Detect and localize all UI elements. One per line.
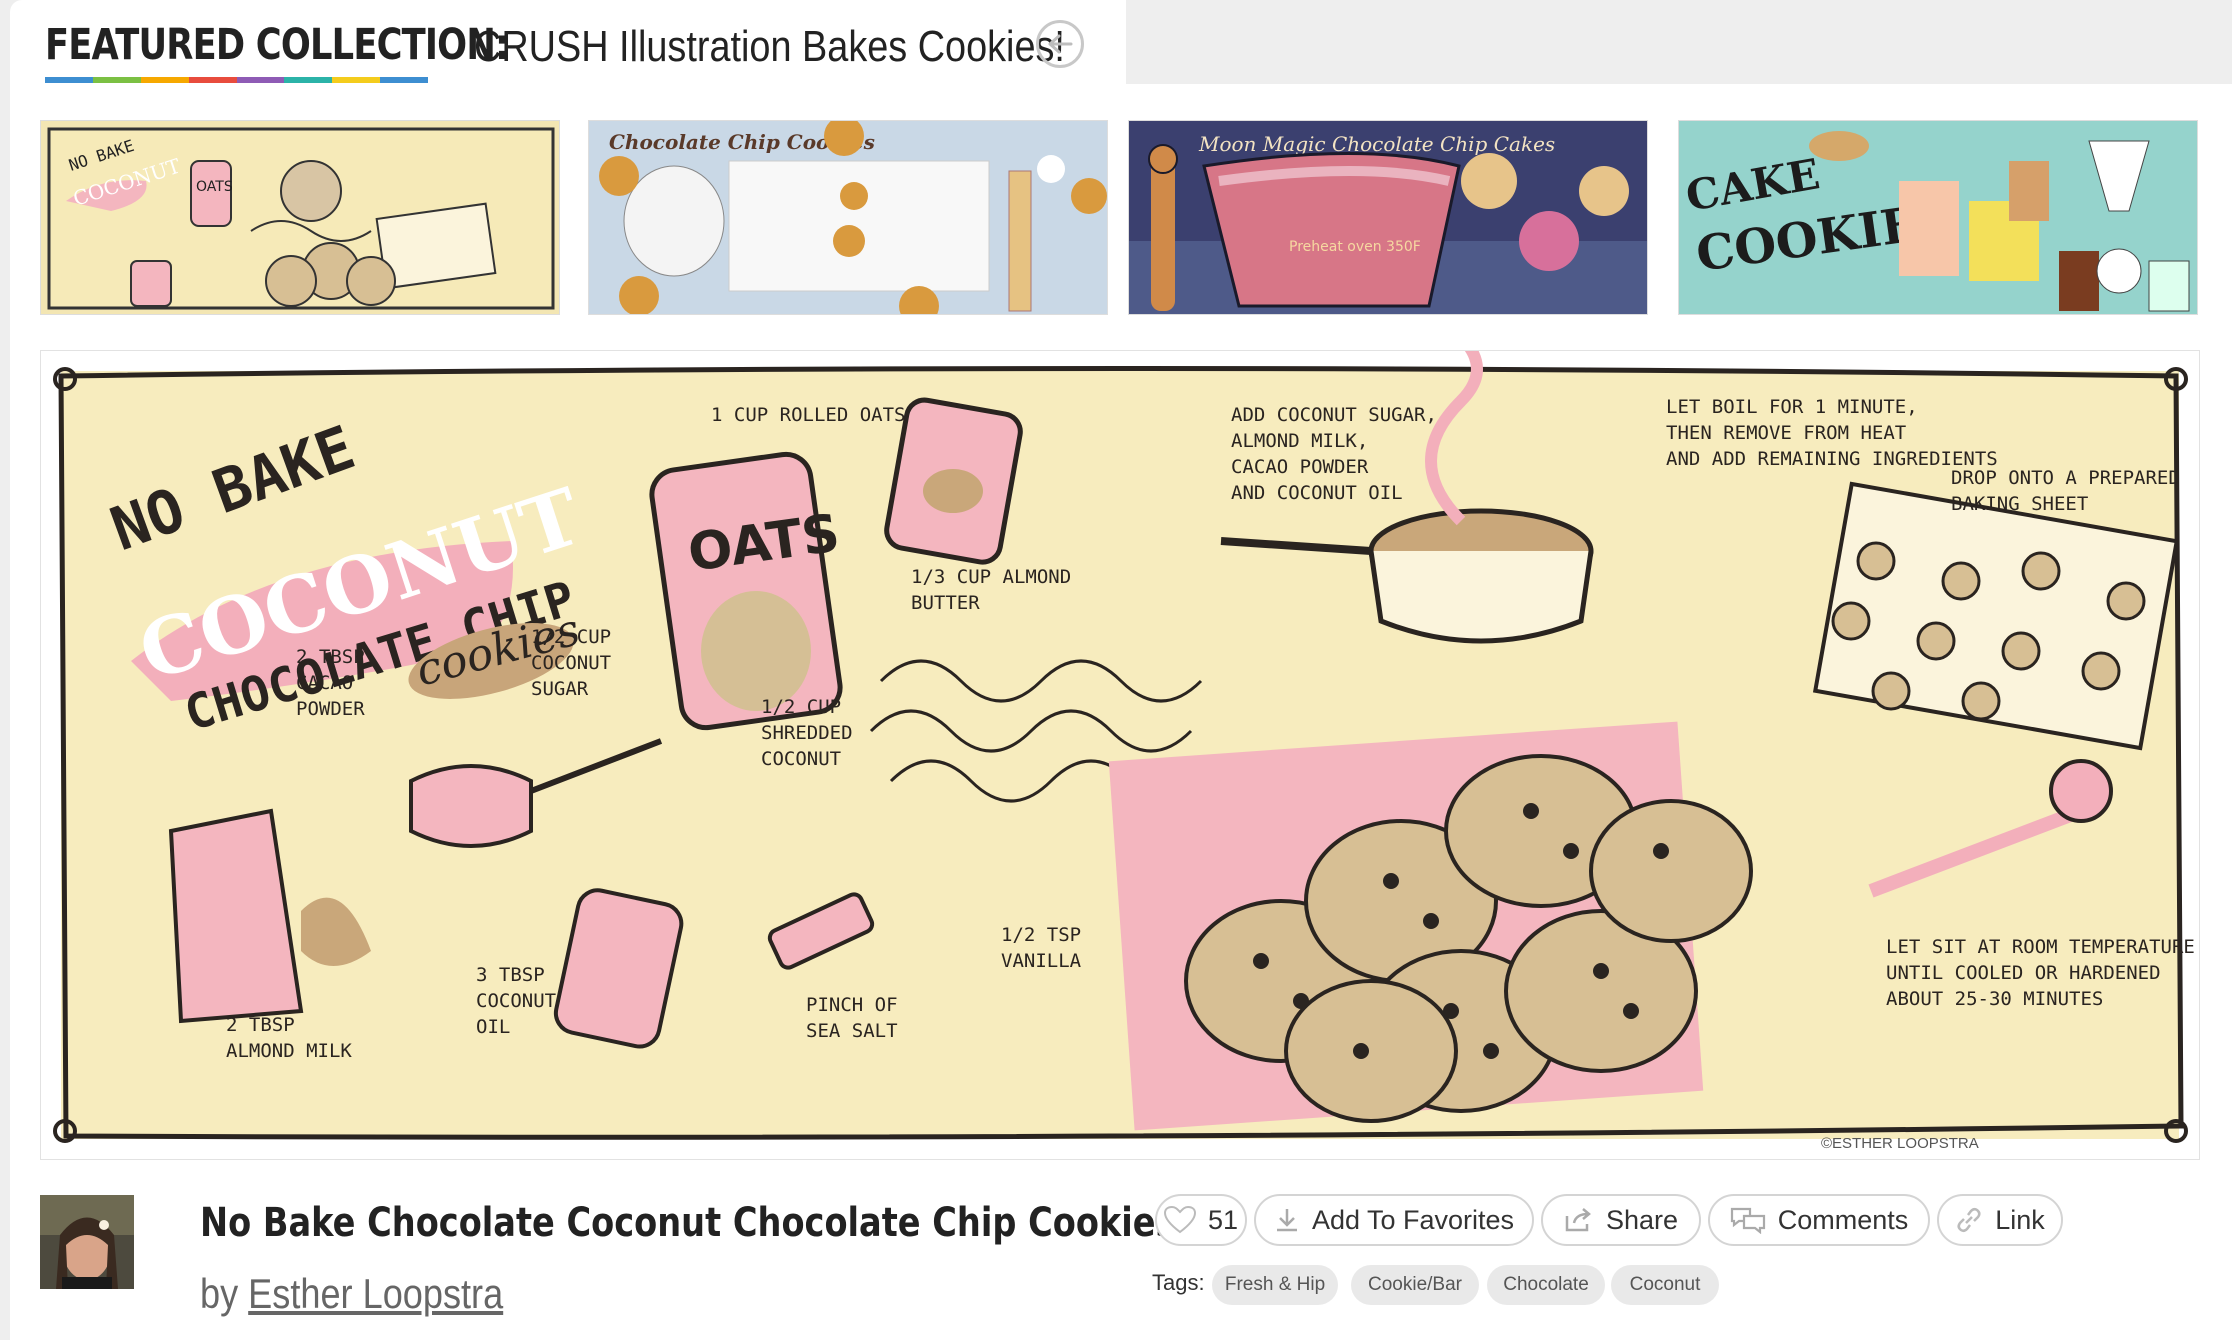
thumbnail-art: NO BAKE COCONUT OATS [47,127,555,310]
label-sugar-3: SUGAR [531,678,589,700]
label-coconut-oil-1: 3 TBSP [476,964,545,986]
rainbow-underline [45,77,428,83]
label-coconut-oil-2: COCONUT [476,990,556,1012]
tags-label: Tags: [1152,1270,1205,1295]
share-icon [1565,1208,1591,1232]
thumbnail-cake-cookies[interactable]: CAKE COOKIES [1678,120,2198,315]
add-step-1: ADD COCONUT SUGAR, [1231,404,1437,426]
heart-icon [1163,1206,1196,1234]
thumbnail-art: Moon Magic Chocolate Chip Cakes Preheat … [1129,121,1647,314]
author-link[interactable]: Esther Loopstra [248,1270,503,1317]
boil-step-1: LET BOIL FOR 1 MINUTE, [1666,396,1918,418]
label-sea-salt-1: PINCH OF [806,994,898,1016]
label-shredded-1: 1/2 CUP [761,696,841,718]
sit-step-1: LET SIT AT ROOM TEMPERATURE [1886,936,2195,958]
tab-background [1126,0,2232,84]
label-vanilla-2: VANILLA [1001,950,1082,972]
drop-step-1: DROP ONTO A PREPARED [1951,467,2180,489]
label-cacao-3: POWDER [296,698,365,720]
share-button[interactable]: Share [1541,1194,1701,1246]
thumbnail-art: Chocolate Chip Cookies [589,121,1107,314]
drop-step-2: BAKING SHEET [1951,493,2088,515]
comments-label: Comments [1777,1204,1909,1235]
link-button[interactable]: Link [1937,1194,2063,1246]
label-almond-butter-1: 1/3 CUP ALMOND [911,566,1071,588]
link-label: Link [1995,1204,2045,1235]
svg-text:OATS: OATS [196,179,233,195]
label-almond-milk-2: ALMOND MILK [226,1040,352,1062]
thumbnail-moon-magic-cakes[interactable]: Moon Magic Chocolate Chip Cakes Preheat … [1128,120,1648,315]
favorites-label: Add To Favorites [1311,1204,1515,1235]
boil-step-2: THEN REMOVE FROM HEAT [1666,422,1906,444]
label-almond-milk-1: 2 TBSP [226,1014,295,1036]
main-artwork[interactable]: NO BAKE COCONUT CHOCOLATE CHIP cookies O… [40,316,2200,1160]
comments-button[interactable]: Comments [1708,1194,1930,1246]
download-icon [1276,1209,1297,1232]
artist-credit: ©ESTHER LOOPSTRA [1821,1135,1979,1152]
add-to-favorites-button[interactable]: Add To Favorites [1254,1194,1534,1246]
label-cacao-1: 2 TBSP [296,646,365,668]
add-step-4: AND COCONUT OIL [1231,482,1403,504]
label-coconut-oil-3: OIL [476,1016,510,1038]
like-button[interactable]: 51 [1155,1194,1247,1246]
piece-title: No Bake Chocolate Coconut Chocolate Chip… [200,1200,1176,1246]
label-sugar-1: 1/2 CUP [531,626,611,648]
add-step-3: CACAO POWDER [1231,456,1369,478]
author-avatar[interactable] [40,1195,134,1289]
label-almond-butter-2: BUTTER [911,592,980,614]
label-cacao-2: CACAO [296,672,353,694]
svg-text:Moon Magic Chocolate Chip Cake: Moon Magic Chocolate Chip Cakes [1198,132,1555,156]
sit-step-3: ABOUT 25-30 MINUTES [1886,988,2103,1010]
label-sea-salt-2: SEA SALT [806,1020,898,1042]
label-vanilla-1: 1/2 TSP [1001,924,1081,946]
author-byline: by Esther Loopstra [200,1270,503,1318]
like-count: 51 [1207,1204,1239,1235]
label-shredded-3: COCONUT [761,748,841,770]
tag-fresh-hip[interactable]: Fresh & Hip [1212,1265,1338,1305]
thumbnail-no-bake-cookies[interactable]: NO BAKE COCONUT OATS [40,120,560,315]
tag-coconut[interactable]: Coconut [1611,1265,1719,1305]
panel-corner [1126,84,2232,104]
back-button[interactable] [1036,20,1084,68]
arrow-left-circle-icon [1048,34,1073,54]
add-step-2: ALMOND MILK, [1231,430,1368,452]
boil-step-3: AND ADD REMAINING INGREDIENTS [1666,448,1998,470]
share-label: Share [1605,1204,1679,1235]
by-label: by [200,1270,249,1317]
label-rolled-oats: 1 CUP ROLLED OATS [711,404,905,426]
sit-step-2: UNTIL COOLED OR HARDENED [1886,962,2161,984]
comment-bubbles-icon [1730,1207,1765,1234]
label-sugar-2: COCONUT [531,652,611,674]
featured-collection-label: FEATURED COLLECTION: [45,20,509,70]
thumbnail-art: CAKE COOKIES [1679,121,2197,314]
avatar-image [40,1195,134,1289]
thumbnail-chocolate-chip-cookies[interactable]: Chocolate Chip Cookies [588,120,1108,315]
recipe-illustration: NO BAKE COCONUT CHOCOLATE CHIP cookies O… [53,316,2195,1152]
tag-chocolate[interactable]: Chocolate [1487,1265,1605,1305]
svg-text:Preheat oven 350F: Preheat oven 350F [1289,239,1421,255]
tag-cookie-bar[interactable]: Cookie/Bar [1351,1265,1479,1305]
chain-link-icon [1957,1207,1981,1233]
label-shredded-2: SHREDDED [761,722,853,744]
collection-title[interactable]: CRUSH Illustration Bakes Cookies! [474,22,1065,72]
